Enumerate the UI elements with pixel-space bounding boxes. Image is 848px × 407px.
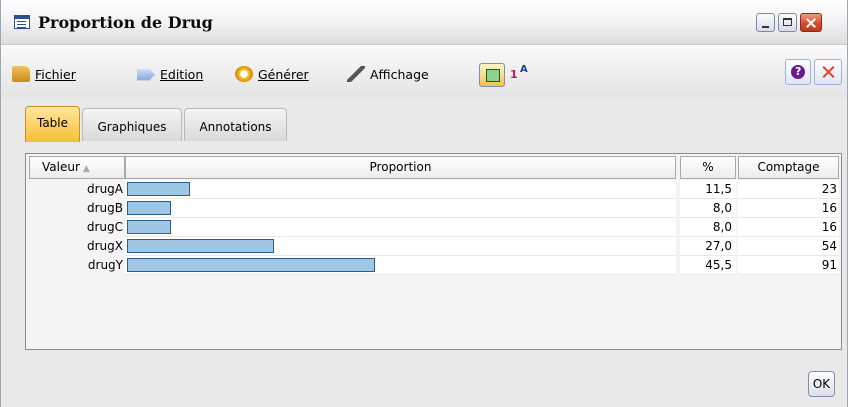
menu-edition[interactable]: Edition bbox=[137, 66, 203, 82]
pencil-icon bbox=[347, 66, 365, 82]
copy-table-button[interactable] bbox=[479, 63, 505, 87]
proportion-bar bbox=[127, 258, 375, 272]
proportion-bar bbox=[127, 239, 274, 253]
cell-pct: 8,0 bbox=[680, 218, 736, 237]
menu-generer-label: Générer bbox=[258, 66, 309, 82]
menu-generer[interactable]: Générer bbox=[235, 66, 309, 82]
cell-proportion bbox=[125, 180, 676, 199]
cell-comptage: 16 bbox=[738, 218, 839, 237]
cell-valeur: drugC bbox=[86, 220, 123, 234]
cell-comptage: 16 bbox=[738, 199, 839, 218]
cell-pct: 27,0 bbox=[680, 237, 736, 256]
cell-valeur: drugY bbox=[87, 258, 123, 272]
menu-fichier-label: Fichier bbox=[35, 66, 76, 82]
dialog-window: Proportion de Drug Fichier Edition Génér… bbox=[0, 0, 848, 407]
table-row[interactable]: drugX 27,0 54 bbox=[29, 237, 839, 256]
title-bar: Proportion de Drug bbox=[1, 0, 847, 45]
cell-valeur: drugA bbox=[87, 182, 123, 196]
tab-strip: Table Graphiques Annotations bbox=[1, 100, 847, 150]
close-output-button[interactable] bbox=[814, 59, 842, 85]
column-header-comptage[interactable]: Comptage bbox=[738, 156, 839, 179]
table-row[interactable]: drugB 8,0 16 bbox=[29, 199, 839, 218]
cell-proportion bbox=[125, 237, 676, 256]
cell-proportion bbox=[125, 256, 676, 275]
table-row[interactable]: drugA 11,5 23 bbox=[29, 180, 839, 199]
tab-table[interactable]: Table bbox=[25, 106, 80, 142]
folder-icon bbox=[12, 66, 30, 82]
sort-icon[interactable] bbox=[508, 63, 534, 87]
column-header-proportion[interactable]: Proportion bbox=[125, 156, 676, 179]
minimize-button[interactable] bbox=[756, 13, 775, 32]
help-icon: ? bbox=[795, 65, 802, 78]
tab-graphiques[interactable]: Graphiques bbox=[82, 108, 182, 141]
cell-proportion bbox=[125, 199, 676, 218]
help-button[interactable]: ? bbox=[785, 59, 811, 85]
window-title: Proportion de Drug bbox=[38, 13, 213, 32]
cell-pct: 11,5 bbox=[680, 180, 736, 199]
column-header-pct[interactable]: % bbox=[680, 156, 736, 179]
cell-comptage: 54 bbox=[738, 237, 839, 256]
menu-bar: Fichier Edition Générer Affichage ? bbox=[1, 45, 847, 97]
cell-valeur: drugB bbox=[86, 201, 123, 215]
sort-ascending-icon: ▲ bbox=[82, 164, 90, 174]
generate-icon bbox=[235, 66, 253, 82]
valeur-label: Valeur bbox=[42, 160, 80, 174]
cell-comptage: 23 bbox=[738, 180, 839, 199]
window-close-button[interactable] bbox=[800, 13, 822, 32]
table-row[interactable]: drugC 8,0 16 bbox=[29, 218, 839, 237]
menu-affichage-label: Affichage bbox=[370, 66, 429, 82]
cell-pct: 8,0 bbox=[680, 199, 736, 218]
cell-valeur: drugX bbox=[87, 239, 123, 253]
proportion-bar bbox=[127, 220, 171, 234]
cell-pct: 45,5 bbox=[680, 256, 736, 275]
ok-button[interactable]: OK bbox=[808, 371, 835, 397]
menu-fichier[interactable]: Fichier bbox=[12, 66, 76, 82]
proportion-bar bbox=[127, 182, 190, 196]
tab-annotations[interactable]: Annotations bbox=[184, 108, 287, 141]
menu-affichage[interactable]: Affichage bbox=[347, 66, 429, 82]
edit-arrow-icon bbox=[137, 69, 155, 81]
table-row[interactable]: drugY 45,5 91 bbox=[29, 256, 839, 275]
table-window-icon bbox=[14, 15, 30, 29]
cell-proportion bbox=[125, 218, 676, 237]
maximize-button[interactable] bbox=[778, 13, 797, 32]
cell-comptage: 91 bbox=[738, 256, 839, 275]
table-panel: Valeur ▲ Proportion % Comptage drugA 11,5… bbox=[25, 153, 842, 350]
proportion-bar bbox=[127, 201, 171, 215]
column-header-valeur[interactable]: Valeur ▲ bbox=[29, 156, 125, 179]
menu-edition-label: Edition bbox=[160, 66, 204, 82]
